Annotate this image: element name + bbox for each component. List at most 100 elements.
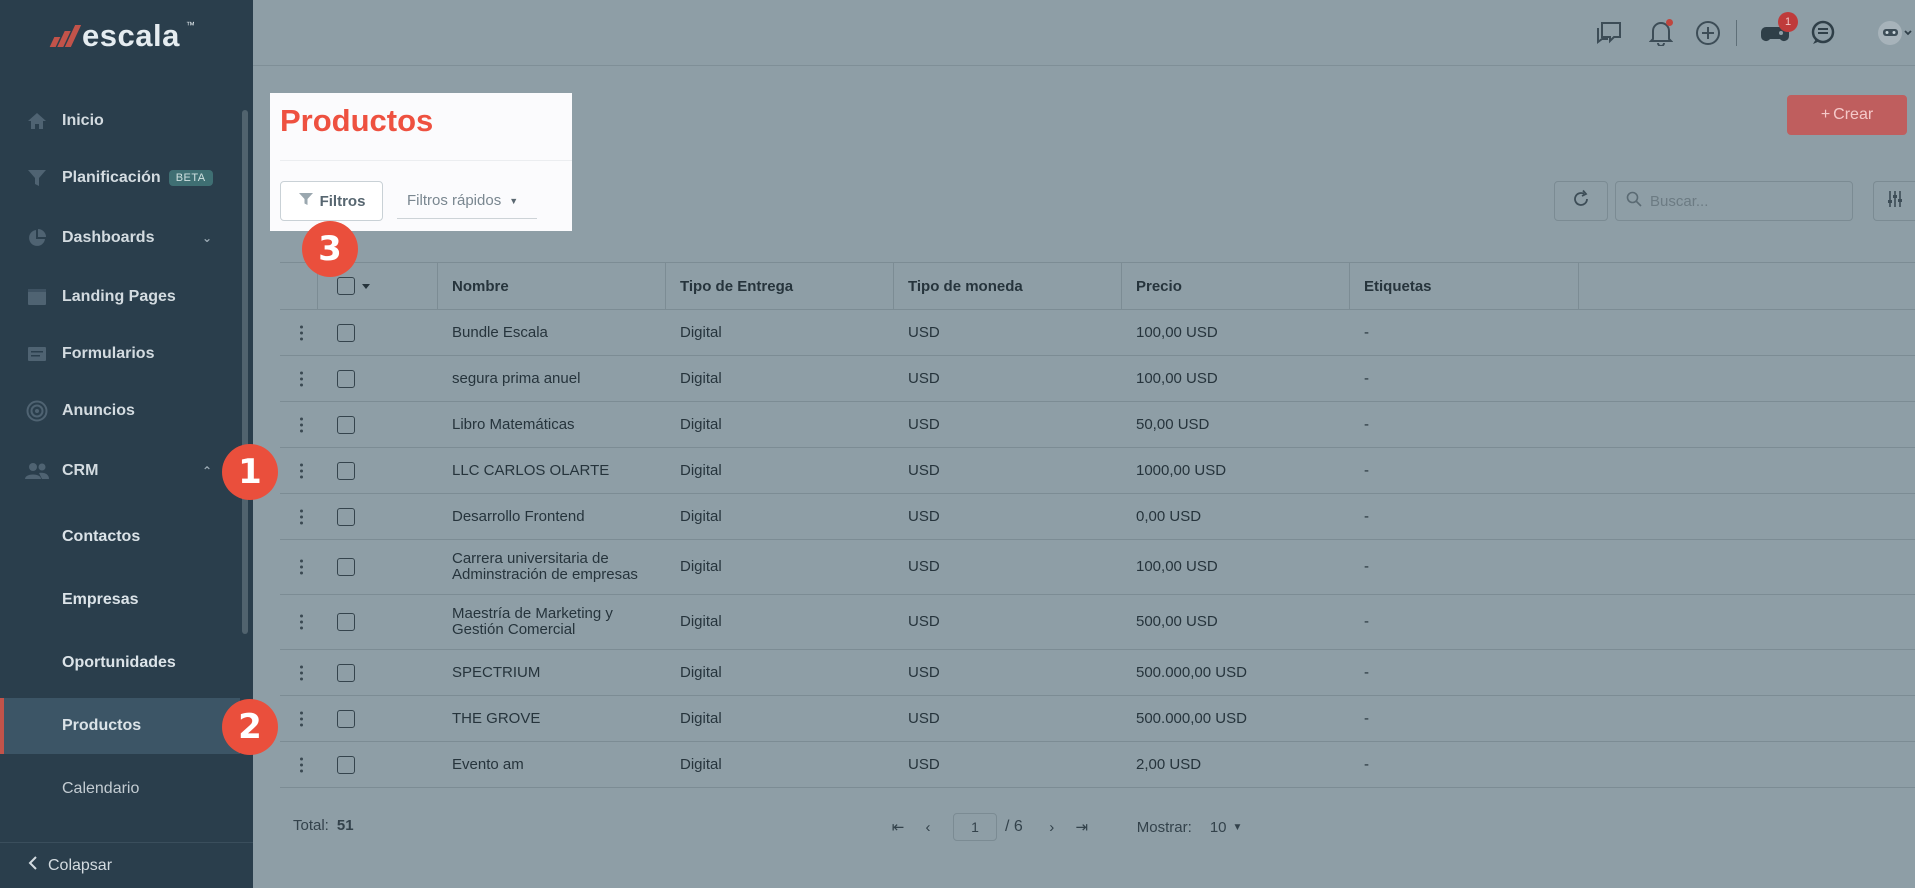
sidebar-subitem-calendario[interactable]: Calendario (0, 761, 240, 817)
escala-logo[interactable]: escala ™ (49, 14, 195, 58)
column-header-tipo-entrega[interactable]: Tipo de Entrega (680, 263, 793, 310)
row-checkbox[interactable] (337, 709, 355, 728)
search-field[interactable] (1615, 181, 1853, 221)
sidebar-item-formularios[interactable]: Formularios (0, 334, 240, 374)
row-checkbox[interactable] (337, 369, 355, 388)
products-table: Nombre Tipo de Entrega Tipo de moneda Pr… (280, 262, 1915, 788)
total-count: Total: 51 (293, 817, 354, 834)
table-row[interactable]: THE GROVE Digital USD 500.000,00 USD - (280, 696, 1915, 742)
per-page-select[interactable]: 10 ▼ (1210, 819, 1243, 836)
sidebar-subitem-contactos[interactable]: Contactos (0, 509, 240, 565)
cell-precio: 50,00 USD (1136, 415, 1210, 433)
table-row[interactable]: Maestría de Marketing y Gestión Comercia… (280, 595, 1915, 650)
select-all-checkbox[interactable] (337, 277, 355, 295)
first-page-icon[interactable]: ⇤ (883, 818, 913, 836)
row-checkbox[interactable] (337, 558, 355, 576)
sidebar-item-inicio[interactable]: Inicio (0, 101, 240, 141)
beta-badge: BETA (168, 170, 213, 186)
table-row[interactable]: SPECTRIUM Digital USD 500.000,00 USD - (280, 650, 1915, 696)
sidebar-subitem-empresas[interactable]: Empresas (0, 572, 240, 628)
filter-icon (298, 192, 314, 210)
notification-count-badge: 1 (1778, 12, 1798, 32)
table-row[interactable]: Desarrollo Frontend Digital USD 0,00 USD - (280, 494, 1915, 540)
row-menu-icon[interactable] (300, 559, 304, 575)
chevron-up-icon: ⌃ (201, 464, 212, 478)
sidebar-item-anuncios[interactable]: Anuncios (0, 391, 240, 431)
browser-icon (24, 286, 50, 308)
refresh-icon (1571, 189, 1591, 214)
row-menu-icon[interactable] (300, 757, 304, 772)
cell-tipo-entrega: Digital (680, 613, 722, 630)
row-checkbox[interactable] (337, 461, 355, 480)
table-row[interactable]: Bundle Escala Digital USD 100,00 USD - (280, 310, 1915, 356)
row-menu-icon[interactable] (300, 371, 304, 386)
row-checkbox[interactable] (337, 507, 355, 526)
row-menu-icon[interactable] (300, 509, 304, 524)
sidebar-item-label: Landing Pages (62, 288, 176, 305)
row-menu-icon[interactable] (300, 325, 304, 340)
row-checkbox[interactable] (337, 415, 355, 434)
quick-filters-dropdown[interactable]: Filtros rápidos ▼ (397, 183, 537, 219)
chat-bubbles-icon[interactable] (1594, 18, 1624, 48)
column-header-nombre[interactable]: Nombre (452, 263, 509, 310)
target-icon (24, 400, 50, 422)
cell-tipo-moneda: USD (908, 461, 940, 479)
cell-tipo-moneda: USD (908, 558, 940, 575)
sidebar-item-planificacion[interactable]: Planificación BETA (0, 158, 240, 198)
cell-precio: 2,00 USD (1136, 755, 1202, 773)
sidebar-subitem-productos[interactable]: Productos (0, 698, 240, 754)
column-settings-button[interactable] (1873, 181, 1915, 221)
row-checkbox[interactable] (337, 663, 355, 682)
cell-precio: 500.000,00 USD (1136, 709, 1247, 727)
sliders-icon (1886, 190, 1904, 213)
row-menu-icon[interactable] (300, 463, 304, 478)
sidebar-item-landing-pages[interactable]: Landing Pages (0, 277, 240, 317)
step-marker-2: 2 (222, 699, 278, 755)
table-row[interactable]: segura prima anuel Digital USD 100,00 USD - (280, 356, 1915, 402)
support-chat-icon[interactable] (1808, 18, 1838, 48)
table-row[interactable]: Libro Matemáticas Digital USD 50,00 USD - (280, 402, 1915, 448)
collapse-label: Colapsar (48, 856, 113, 874)
plus-circle-icon[interactable] (1693, 18, 1723, 48)
table-row[interactable]: Evento am Digital USD 2,00 USD - (280, 742, 1915, 788)
column-header-precio[interactable]: Precio (1136, 263, 1182, 310)
column-header-tipo-moneda[interactable]: Tipo de moneda (908, 263, 1023, 310)
table-row[interactable]: LLC CARLOS OLARTE Digital USD 1000,00 USD - (280, 448, 1915, 494)
refresh-button[interactable] (1554, 181, 1608, 221)
next-page-icon[interactable]: › (1037, 819, 1067, 836)
row-menu-icon[interactable] (300, 614, 304, 630)
robot-avatar-icon[interactable] (1872, 18, 1914, 48)
column-header-etiquetas[interactable]: Etiquetas (1364, 263, 1432, 310)
notification-dot (1666, 19, 1673, 26)
cell-precio: 500.000,00 USD (1136, 663, 1247, 681)
row-menu-icon[interactable] (300, 417, 304, 432)
bell-icon[interactable] (1646, 18, 1676, 48)
sidebar-item-dashboards[interactable]: Dashboards ⌄ (0, 218, 240, 258)
select-dropdown-icon[interactable] (362, 284, 370, 289)
collapse-sidebar-button[interactable]: Colapsar (0, 842, 253, 888)
row-checkbox[interactable] (337, 323, 355, 342)
cell-tipo-entrega: Digital (680, 323, 722, 341)
search-input[interactable] (1650, 192, 1840, 210)
row-menu-icon[interactable] (300, 711, 304, 726)
row-checkbox[interactable] (337, 613, 355, 631)
table-row[interactable]: Carrera universitaria de Adminstración d… (280, 540, 1915, 595)
create-button[interactable]: + Crear (1787, 95, 1907, 135)
sidebar-item-crm[interactable]: CRM ⌃ (0, 451, 240, 491)
cell-nombre: Libro Matemáticas (452, 415, 575, 433)
last-page-icon[interactable]: ⇥ (1067, 818, 1097, 836)
sidebar-subitem-oportunidades[interactable]: Oportunidades (0, 635, 240, 691)
row-checkbox[interactable] (337, 755, 355, 774)
cell-tipo-entrega: Digital (680, 461, 722, 479)
cell-tipo-moneda: USD (908, 323, 940, 341)
row-menu-icon[interactable] (300, 665, 304, 680)
sidebar-item-label: Dashboards (62, 229, 155, 246)
previous-page-icon[interactable]: ‹ (913, 819, 943, 836)
sidebar-scrollbar[interactable] (242, 110, 248, 634)
gamepad-icon[interactable]: 1 (1760, 12, 1798, 48)
filters-button-label: Filtros (319, 192, 366, 210)
page-number-input[interactable]: 1 (953, 813, 997, 841)
filters-button[interactable]: Filtros (280, 181, 383, 221)
cell-nombre: Evento am (452, 755, 524, 773)
cell-tipo-moneda: USD (908, 663, 940, 681)
